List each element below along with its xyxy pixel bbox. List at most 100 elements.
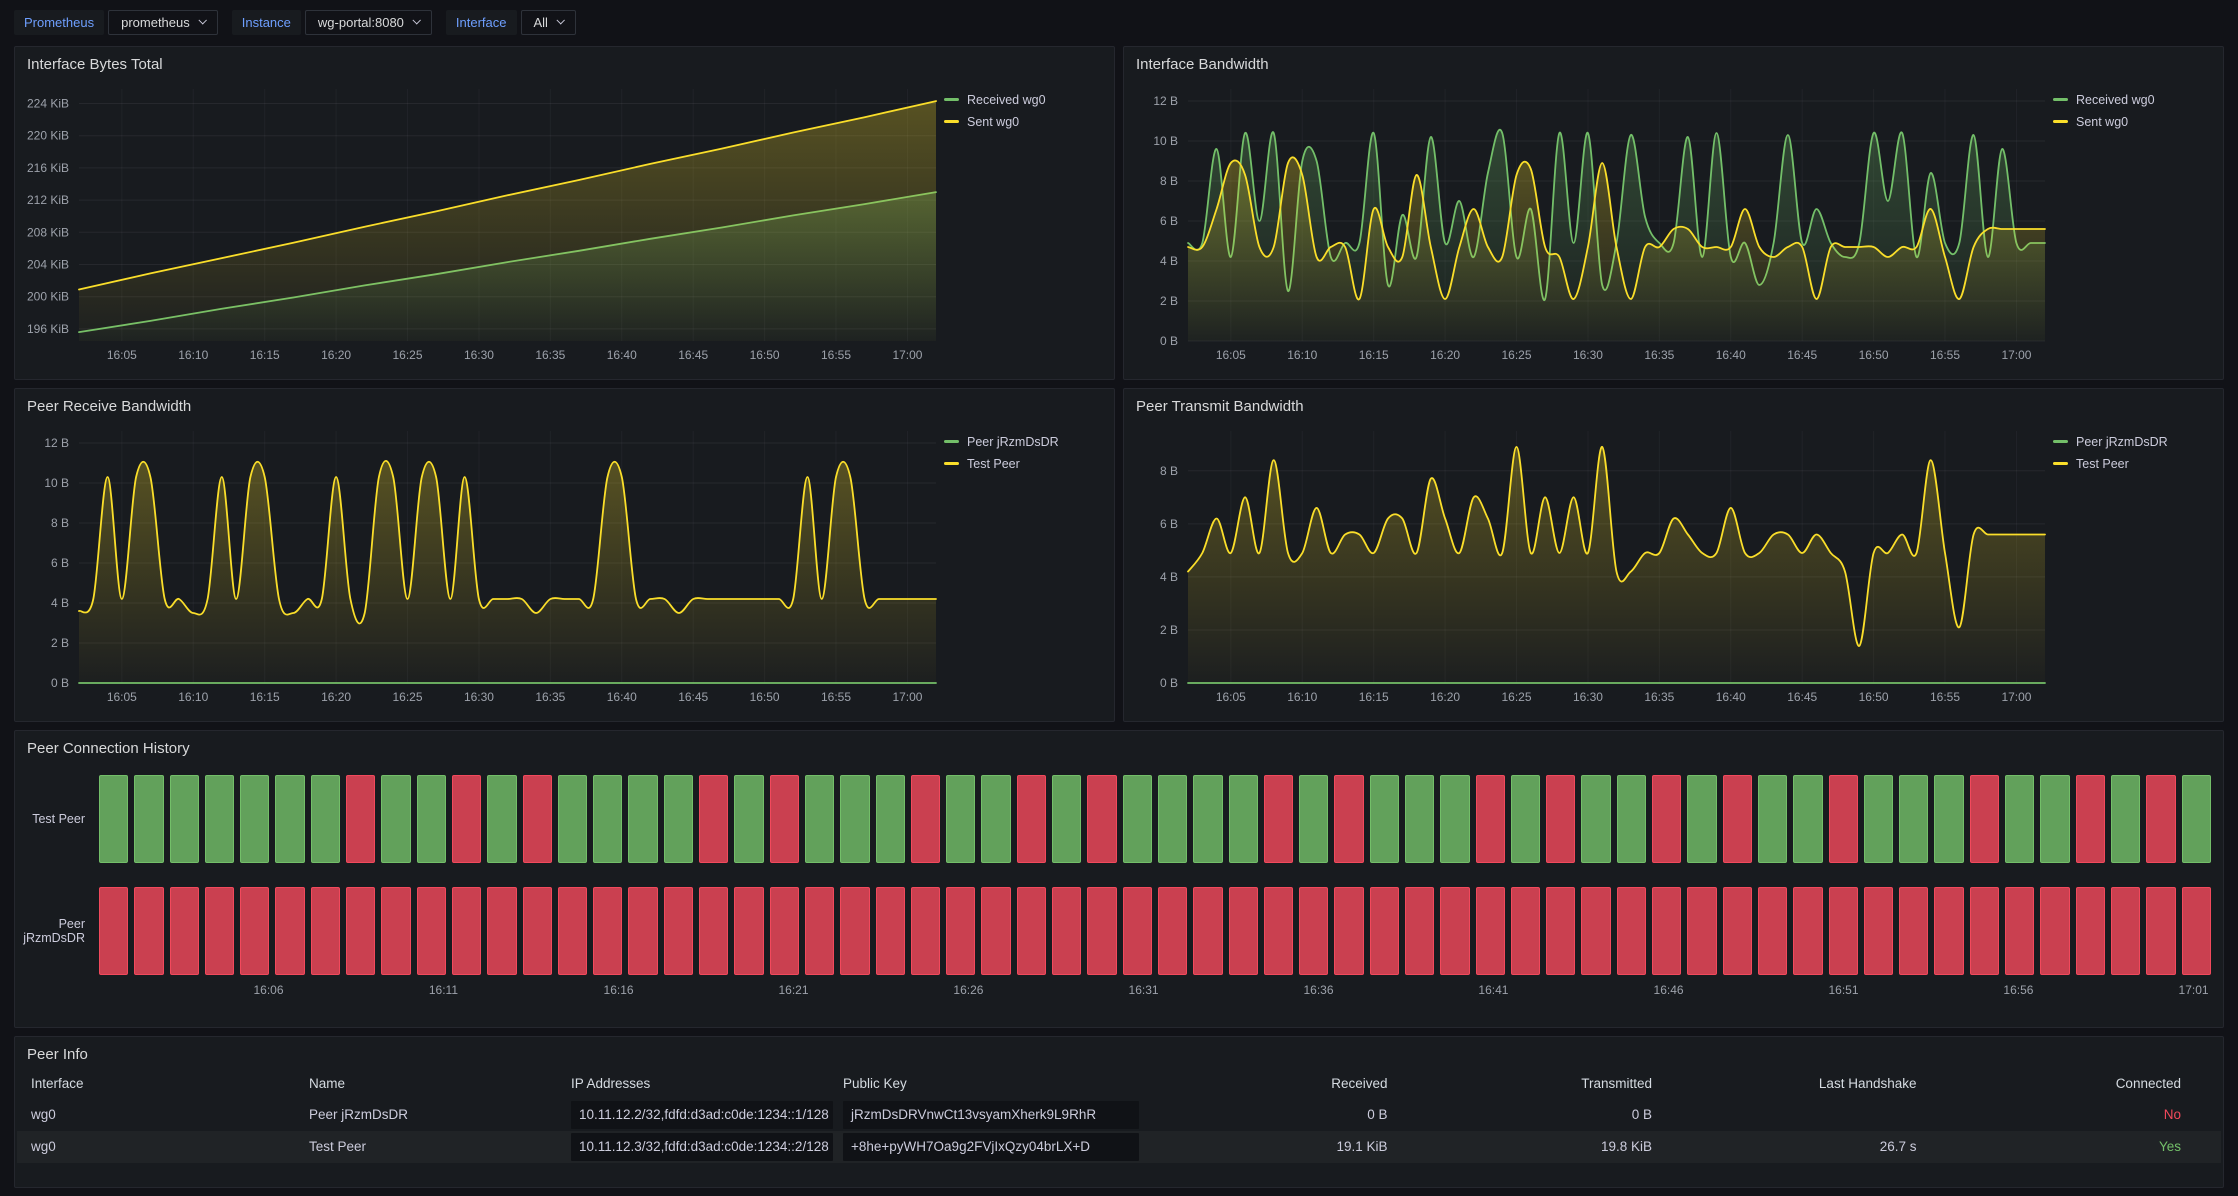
state-bar-connected [99, 775, 128, 863]
variable-prometheus-dropdown[interactable]: prometheus [108, 10, 218, 35]
variable-prometheus: Prometheus prometheus [14, 10, 218, 35]
state-bar-connected [1793, 775, 1822, 863]
chevron-down-icon [412, 16, 420, 24]
x-axis-tick-label: 16:20 [1430, 690, 1460, 704]
legend-item[interactable]: Peer jRzmDsDR [2053, 435, 2201, 449]
panel-peer-transmit-bandwidth: Peer Transmit Bandwidth 0 B2 B4 B6 B8 B1… [1123, 388, 2224, 722]
state-bar-disconnected [1546, 775, 1575, 863]
state-bar-disconnected [417, 887, 446, 975]
state-bar-disconnected [2146, 887, 2175, 975]
x-axis-tick-label: 16:41 [1478, 983, 1508, 997]
x-axis-tick-label: 16:31 [1129, 983, 1159, 997]
x-axis-tick-label: 16:40 [607, 348, 637, 362]
panel-title: Peer Connection History [15, 731, 2223, 761]
peer-receive-bandwidth-chart[interactable]: 0 B2 B4 B6 B8 B10 B12 B16:0516:1016:1516… [19, 419, 944, 709]
table-cell: wg0 [31, 1131, 309, 1163]
state-bar-disconnected [1652, 887, 1681, 975]
table-cell: +8he+pyWH7Oa9g2FVjIxQzy04brLX+D [843, 1133, 1139, 1161]
x-axis-tick-label: 16:50 [750, 690, 780, 704]
y-axis-tick-label: 8 B [1160, 174, 1178, 188]
column-header[interactable]: Last Handshake [1678, 1069, 1943, 1099]
state-bar-disconnected [1017, 775, 1046, 863]
state-bar-connected [1934, 775, 1963, 863]
peer-transmit-bandwidth-chart[interactable]: 0 B2 B4 B6 B8 B16:0516:1016:1516:2016:25… [1128, 419, 2053, 709]
legend-item[interactable]: Sent wg0 [2053, 115, 2201, 129]
x-axis-tick-label: 16:56 [2003, 983, 2033, 997]
chart-legend: Peer jRzmDsDR Test Peer [2053, 419, 2203, 720]
variable-prometheus-value: prometheus [121, 16, 190, 29]
variable-interface-dropdown[interactable]: All [521, 10, 576, 35]
y-axis-tick-label: 220 KiB [27, 128, 69, 142]
state-bar-disconnected [1229, 887, 1258, 975]
legend-item[interactable]: Peer jRzmDsDR [944, 435, 1092, 449]
legend-series-swatch [944, 98, 959, 101]
state-bar-disconnected [1264, 887, 1293, 975]
x-axis-tick-label: 16:10 [1287, 348, 1317, 362]
x-axis-tick-label: 16:30 [1573, 348, 1603, 362]
x-axis-tick-label: 16:15 [1359, 690, 1389, 704]
column-header[interactable]: Transmitted [1414, 1069, 1679, 1099]
column-header[interactable]: Public Key [843, 1069, 1149, 1099]
panel-interface-bandwidth: Interface Bandwidth 0 B2 B4 B6 B8 B10 B1… [1123, 46, 2224, 380]
x-axis-tick-label: 17:01 [2179, 983, 2209, 997]
column-header[interactable]: IP Addresses [571, 1069, 843, 1099]
state-bar-disconnected [981, 887, 1010, 975]
state-bar-disconnected [2146, 775, 2175, 863]
state-bar-disconnected [1158, 887, 1187, 975]
table-row: wg0Peer jRzmDsDR10.11.12.2/32,fdfd:d3ad:… [17, 1099, 2221, 1131]
legend-item[interactable]: Received wg0 [944, 93, 1092, 107]
x-axis-tick-label: 16:21 [778, 983, 808, 997]
x-axis-tick-label: 16:35 [535, 348, 565, 362]
y-axis-tick-label: 224 KiB [27, 96, 69, 110]
variable-instance-dropdown[interactable]: wg-portal:8080 [305, 10, 432, 35]
dashboard-variables-bar: Prometheus prometheus Instance wg-portal… [14, 6, 2224, 38]
x-axis-tick-label: 16:10 [178, 690, 208, 704]
x-axis-tick-label: 16:55 [821, 348, 851, 362]
x-axis-tick-label: 16:16 [604, 983, 634, 997]
column-header[interactable]: Received [1149, 1069, 1414, 1099]
chart-legend: Received wg0 Sent wg0 [2053, 77, 2203, 378]
panel-title: Peer Info [15, 1037, 2223, 1067]
state-bar-disconnected [452, 775, 481, 863]
state-bar-connected [240, 775, 269, 863]
legend-series-swatch [2053, 120, 2068, 123]
column-header[interactable]: Interface [31, 1069, 309, 1099]
column-header[interactable]: Name [309, 1069, 571, 1099]
y-axis-tick-label: 6 B [51, 556, 69, 570]
state-bar-disconnected [628, 887, 657, 975]
table-cell: jRzmDsDRVnwCt13vsyamXherk9L9RhR [843, 1101, 1139, 1129]
table-row: wg0Test Peer10.11.12.3/32,fdfd:d3ad:c0de… [17, 1131, 2221, 1163]
legend-item[interactable]: Sent wg0 [944, 115, 1092, 129]
state-bar-connected [628, 775, 657, 863]
interface-bandwidth-chart[interactable]: 0 B2 B4 B6 B8 B10 B12 B16:0516:1016:1516… [1128, 77, 2053, 367]
chevron-down-icon [198, 16, 206, 24]
state-bar-connected [946, 775, 975, 863]
state-bar-disconnected [770, 775, 799, 863]
state-bar-connected [1052, 775, 1081, 863]
state-bar-disconnected [1405, 887, 1434, 975]
x-axis-tick-label: 17:00 [2001, 690, 2031, 704]
legend-item[interactable]: Test Peer [944, 457, 1092, 471]
interface-bytes-total-chart[interactable]: 196 KiB200 KiB204 KiB208 KiB212 KiB216 K… [19, 77, 944, 367]
state-bar-disconnected [1087, 775, 1116, 863]
timeline-row: Test Peer [17, 775, 2211, 863]
state-bar-disconnected [1723, 887, 1752, 975]
legend-item[interactable]: Test Peer [2053, 457, 2201, 471]
state-bar-connected [734, 775, 763, 863]
state-bar-disconnected [1546, 887, 1575, 975]
state-bar-disconnected [1723, 775, 1752, 863]
legend-series-label: Test Peer [2076, 457, 2129, 471]
x-axis-tick-label: 16:55 [821, 690, 851, 704]
state-bar-disconnected [275, 887, 304, 975]
state-bar-disconnected [1617, 887, 1646, 975]
state-bar-connected [1158, 775, 1187, 863]
column-header[interactable]: Connected [1943, 1069, 2208, 1099]
state-bar-disconnected [1793, 887, 1822, 975]
state-bar-connected [2111, 775, 2140, 863]
legend-item[interactable]: Received wg0 [2053, 93, 2201, 107]
state-bar-disconnected [170, 887, 199, 975]
x-axis-tick-label: 16:51 [1828, 983, 1858, 997]
table-cell: wg0 [31, 1099, 309, 1131]
state-bar-disconnected [946, 887, 975, 975]
state-bar-disconnected [1899, 887, 1928, 975]
